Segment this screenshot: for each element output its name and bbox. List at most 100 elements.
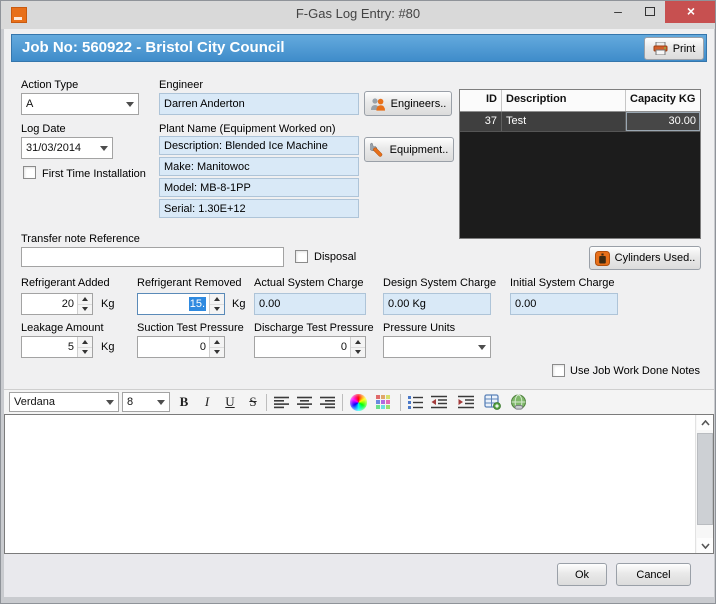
scroll-down-button[interactable] xyxy=(697,538,713,553)
align-right-button[interactable] xyxy=(317,392,339,412)
scroll-up-button[interactable] xyxy=(697,415,713,430)
initial-system-charge-field: 0.00 xyxy=(510,293,618,315)
print-button[interactable]: Print xyxy=(644,37,704,60)
engineer-field[interactable]: Darren Anderton xyxy=(159,93,359,115)
insert-link-button[interactable] xyxy=(507,392,529,412)
underline-button[interactable]: U xyxy=(219,392,241,412)
chevron-down-icon[interactable] xyxy=(153,399,169,405)
spin-up-icon[interactable] xyxy=(351,337,365,348)
plant-serial-value: Serial: 1.30E+12 xyxy=(164,202,246,215)
ok-button[interactable]: Ok xyxy=(557,563,607,586)
chevron-down-icon[interactable] xyxy=(474,344,490,350)
highlight-color-button[interactable] xyxy=(372,392,394,412)
bullet-list-icon xyxy=(407,396,423,409)
spin-down-icon[interactable] xyxy=(351,347,365,357)
maximize-button[interactable] xyxy=(635,1,665,23)
suction-test-pressure-spinner[interactable]: 0 xyxy=(137,336,225,358)
spin-up-icon[interactable] xyxy=(210,294,224,305)
editor-scrollbar[interactable] xyxy=(695,415,713,553)
italic-button[interactable]: I xyxy=(196,392,218,412)
use-job-notes-checkbox[interactable] xyxy=(552,364,565,377)
app-icon xyxy=(11,7,27,23)
spin-down-icon[interactable] xyxy=(210,304,224,314)
plant-model-field: Model: MB-8-1PP xyxy=(159,178,359,197)
chevron-down-icon xyxy=(700,542,710,549)
scrollbar-thumb[interactable] xyxy=(697,433,713,525)
refrigerant-removed-value: 15. xyxy=(188,297,206,311)
cancel-button[interactable]: Cancel xyxy=(616,563,691,586)
spin-up-icon[interactable] xyxy=(78,294,92,305)
bold-button[interactable]: B xyxy=(173,392,195,412)
pressure-units-label: Pressure Units xyxy=(383,322,456,334)
transfer-note-wrap xyxy=(21,247,284,267)
leakage-amount-value: 5 xyxy=(67,341,74,353)
chevron-down-icon[interactable] xyxy=(102,399,118,405)
color-wheel-icon xyxy=(349,393,367,411)
pressure-units-select[interactable] xyxy=(383,336,491,358)
indent-increase-icon xyxy=(457,395,474,409)
printer-icon xyxy=(653,42,668,55)
align-left-button[interactable] xyxy=(271,392,293,412)
discharge-test-pressure-spinner[interactable]: 0 xyxy=(254,336,366,358)
log-date-label: Log Date xyxy=(21,123,66,135)
refrigerant-removed-label: Refrigerant Removed xyxy=(137,277,242,289)
align-center-icon xyxy=(297,396,312,408)
refrigerant-removed-spinner[interactable]: 15. xyxy=(137,293,225,315)
indent-decrease-button[interactable] xyxy=(428,392,450,412)
log-date-value: 31/03/2014 xyxy=(26,142,82,154)
col-description[interactable]: Description xyxy=(502,90,626,111)
initial-system-charge-value: 0.00 xyxy=(515,298,537,310)
cylinders-used-button[interactable]: Cylinders Used.. xyxy=(589,246,701,270)
first-time-installation-checkbox[interactable] xyxy=(23,166,36,179)
wrench-icon xyxy=(369,142,382,157)
notes-editor[interactable] xyxy=(4,414,714,554)
initial-system-charge-label: Initial System Charge xyxy=(510,277,615,289)
action-type-value: A xyxy=(26,98,34,110)
table-row[interactable]: 37 Test 30.00 xyxy=(460,112,700,132)
font-family-value: Verdana xyxy=(14,396,55,408)
font-size-select[interactable]: 8 xyxy=(122,392,170,412)
log-date-picker[interactable]: 31/03/2014 xyxy=(21,137,113,159)
insert-table-icon xyxy=(483,394,501,410)
close-icon: × xyxy=(686,3,696,19)
chevron-down-icon[interactable] xyxy=(96,145,112,151)
plant-make-value: Make: Manitowoc xyxy=(164,160,250,173)
action-type-label: Action Type xyxy=(21,79,79,91)
actual-system-charge-label: Actual System Charge xyxy=(254,277,364,289)
spin-up-icon[interactable] xyxy=(210,337,224,348)
chevron-down-icon[interactable] xyxy=(122,101,138,107)
equipment-button[interactable]: Equipment.. xyxy=(364,137,454,162)
plant-serial-field: Serial: 1.30E+12 xyxy=(159,199,359,218)
action-type-select[interactable]: A xyxy=(21,93,139,115)
align-center-button[interactable] xyxy=(294,392,316,412)
leakage-amount-unit: Kg xyxy=(101,341,115,353)
col-capacity[interactable]: Capacity KG xyxy=(626,90,700,111)
font-color-button[interactable] xyxy=(347,392,369,412)
gas-cylinder-icon xyxy=(594,250,610,266)
strikethrough-button[interactable]: S xyxy=(242,392,264,412)
font-family-select[interactable]: Verdana xyxy=(9,392,119,412)
col-id[interactable]: ID xyxy=(460,90,502,111)
spin-up-icon[interactable] xyxy=(78,337,92,348)
ok-label: Ok xyxy=(574,568,590,581)
close-button[interactable]: × xyxy=(665,1,715,23)
spin-down-icon[interactable] xyxy=(210,347,224,357)
cylinders-table[interactable]: ID Description Capacity KG 37 Test 30.00 xyxy=(459,89,701,239)
design-system-charge-value: 0.00 Kg xyxy=(388,298,426,310)
spin-down-icon[interactable] xyxy=(78,304,92,314)
refrigerant-added-spinner[interactable]: 20 xyxy=(21,293,93,315)
cylinders-used-label: Cylinders Used.. xyxy=(614,252,696,264)
engineers-button[interactable]: Engineers.. xyxy=(364,91,452,116)
spin-down-icon[interactable] xyxy=(78,347,92,357)
transfer-note-label: Transfer note Reference xyxy=(21,233,140,245)
disposal-checkbox[interactable] xyxy=(295,250,308,263)
insert-table-button[interactable] xyxy=(481,392,503,412)
leakage-amount-spinner[interactable]: 5 xyxy=(21,336,93,358)
indent-increase-button[interactable] xyxy=(455,392,477,412)
minimize-button[interactable]: – xyxy=(603,1,633,23)
transfer-note-input[interactable] xyxy=(21,247,284,267)
bullet-list-button[interactable] xyxy=(404,392,426,412)
suction-test-pressure-value: 0 xyxy=(199,341,206,353)
cell-capacity: 30.00 xyxy=(626,112,700,131)
title-bar[interactable]: F-Gas Log Entry: #80 – × xyxy=(1,1,715,29)
